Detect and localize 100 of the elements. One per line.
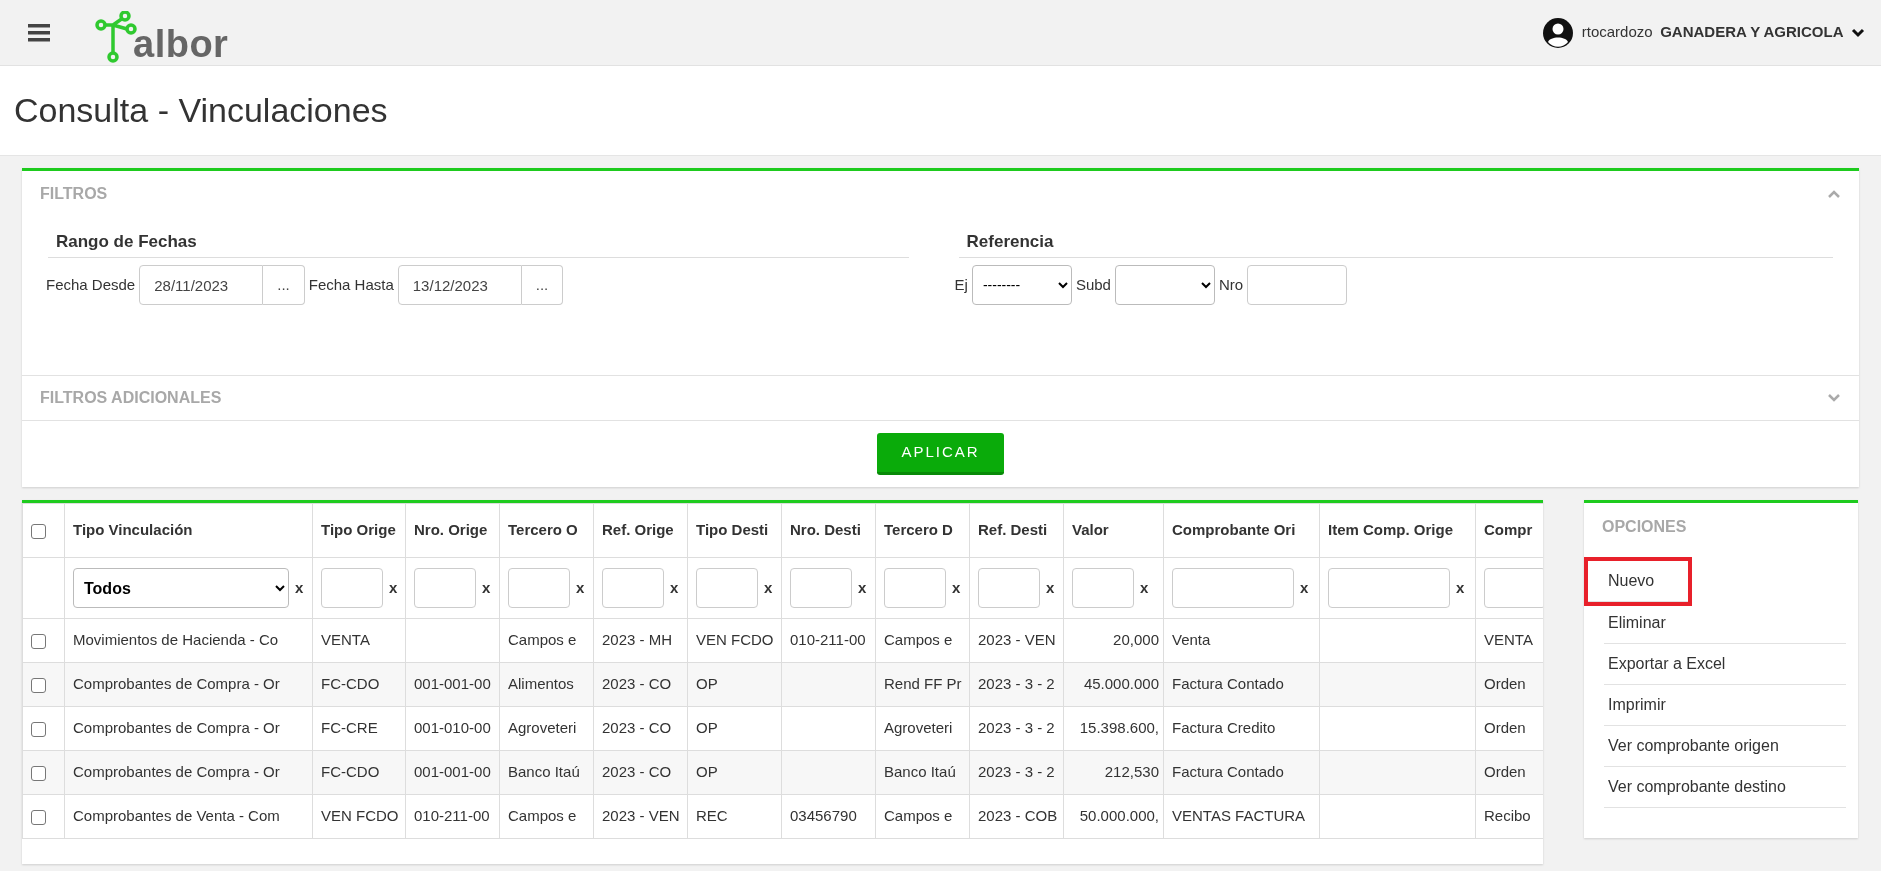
table-cell: Campos e [884, 807, 953, 825]
date-picker-button[interactable]: ... [521, 265, 564, 305]
type-filter-select[interactable]: Todos [73, 568, 289, 608]
option-link[interactable]: Exportar a Excel [1604, 644, 1846, 685]
column-filter-field[interactable] [1172, 568, 1294, 608]
table-cell: FC-CRE [321, 719, 378, 737]
field-label: Fecha Desde [46, 274, 136, 295]
clear-filter-button[interactable]: x [670, 576, 679, 600]
company-name[interactable]: GANADERA Y AGRICOLA [1660, 21, 1844, 44]
column-header[interactable]: Nro. Orige [405, 503, 500, 558]
chevron-up-icon[interactable] [1827, 189, 1841, 199]
table-cell: 010-211-00 [790, 631, 866, 649]
table-cell: Banco Itaú [884, 763, 956, 781]
column-header[interactable]: Tercero D [875, 503, 970, 558]
table-cell: FC-CDO [321, 675, 380, 693]
column-filter-field[interactable] [321, 568, 383, 608]
table-cell: 50.000.000, [1079, 807, 1159, 825]
clear-filter-button[interactable]: x [482, 576, 491, 600]
date-field[interactable]: 13/12/2023 [397, 265, 522, 305]
table-cell: 2023 - CO [602, 763, 672, 781]
clear-filter-button[interactable]: x [1046, 576, 1055, 600]
column-filter-field[interactable] [602, 568, 664, 608]
field-label: Ej [954, 274, 968, 295]
date-picker-button[interactable]: ... [263, 265, 305, 305]
table-cell: 2023 - CO [602, 719, 672, 737]
clear-filter-button[interactable]: x [295, 576, 304, 600]
column-filter-field[interactable] [1328, 568, 1450, 608]
table-cell: Comprobantes de Compra - Or [73, 763, 280, 781]
table-cell: OP [696, 763, 718, 781]
clear-filter-button[interactable]: x [389, 576, 398, 600]
table-cell: VENTAS FACTURA [1172, 807, 1306, 825]
table-cell: 2023 - VEN [602, 807, 680, 825]
clear-filter-button[interactable]: x [858, 576, 867, 600]
clear-filter-button[interactable]: x [576, 576, 585, 600]
ej-select[interactable]: -------- [971, 265, 1072, 305]
column-filter-field[interactable] [414, 568, 476, 608]
column-header[interactable]: Nro. Desti [781, 503, 876, 558]
table-cell: 2023 - MH [602, 631, 673, 649]
avatar-icon[interactable] [1542, 16, 1575, 49]
column-header[interactable]: Comprobante Ori [1163, 503, 1320, 558]
table-cell: Agroveteri [884, 719, 953, 737]
column-header[interactable]: Compr [1475, 503, 1543, 558]
column-header[interactable]: Item Comp. Orige [1319, 503, 1476, 558]
clear-filter-button[interactable]: x [1456, 576, 1465, 600]
checkbox[interactable] [31, 721, 46, 737]
column-header[interactable]: Ref. Orige [593, 503, 688, 558]
option-link[interactable]: Ver comprobante destino [1604, 767, 1846, 808]
checkbox[interactable] [31, 633, 46, 649]
column-filter-field[interactable] [508, 568, 570, 608]
table-cell: 010-211-00 [414, 807, 490, 825]
menu-icon[interactable] [28, 23, 50, 42]
column-header[interactable]: Valor [1063, 503, 1164, 558]
table-cell: Campos e [508, 807, 577, 825]
checkbox[interactable] [31, 809, 46, 825]
logo-text: albor [133, 24, 229, 63]
table-cell: 212,530 [1104, 763, 1159, 781]
table-cell: Campos e [884, 631, 953, 649]
table-cell: Comprobantes de Compra - Or [73, 719, 280, 737]
table-cell: 20,000 [1113, 631, 1159, 649]
column-filter-field[interactable] [790, 568, 852, 608]
table-cell: Factura Contado [1172, 675, 1284, 693]
table-cell: 2023 - CO [602, 675, 672, 693]
column-header[interactable]: Tercero O [499, 503, 594, 558]
table-cell: Venta [1172, 631, 1211, 649]
column-filter-field[interactable] [884, 568, 946, 608]
group-title: Referencia [958, 229, 1833, 258]
table-cell: 15.398.600, [1079, 719, 1159, 737]
clear-filter-button[interactable]: x [1140, 576, 1149, 600]
option-link[interactable]: Ver comprobante origen [1604, 726, 1846, 767]
table-cell: Agroveteri [508, 719, 577, 737]
field-label: Fecha Hasta [308, 274, 394, 295]
user-name[interactable]: rtocardozo [1581, 21, 1653, 44]
table-cell: Banco Itaú [508, 763, 580, 781]
subd-select[interactable] [1114, 265, 1215, 305]
table-cell: Orden [1484, 675, 1526, 693]
clear-filter-button[interactable]: x [764, 576, 773, 600]
table-cell: Factura Contado [1172, 763, 1284, 781]
table-cell: OP [696, 719, 718, 737]
column-filter-field[interactable] [978, 568, 1040, 608]
checkbox[interactable] [31, 765, 46, 781]
column-header[interactable]: Tipo Orige [312, 503, 406, 558]
checkbox[interactable] [31, 677, 46, 693]
table-cell: Comprobantes de Venta - Com [73, 807, 280, 825]
option-link[interactable]: Imprimir [1604, 685, 1846, 726]
clear-filter-button[interactable]: x [952, 576, 961, 600]
table-cell: REC [696, 807, 728, 825]
option-link[interactable]: Eliminar [1604, 603, 1846, 644]
column-header[interactable]: Tipo Vinculación [64, 503, 313, 558]
checkbox[interactable] [31, 523, 46, 539]
date-field[interactable]: 28/11/2023 [139, 265, 264, 305]
chevron-down-icon[interactable] [1851, 27, 1865, 38]
table-cell: VENTA [1484, 631, 1533, 649]
nro-field[interactable] [1247, 265, 1348, 305]
column-header[interactable]: Ref. Desti [969, 503, 1064, 558]
column-filter-field[interactable] [1072, 568, 1134, 608]
column-header[interactable]: Tipo Desti [687, 503, 782, 558]
clear-filter-button[interactable]: x [1300, 576, 1309, 600]
table-cell: Factura Credito [1172, 719, 1276, 737]
column-filter-field[interactable] [696, 568, 758, 608]
column-filter-field[interactable] [1484, 568, 1543, 608]
